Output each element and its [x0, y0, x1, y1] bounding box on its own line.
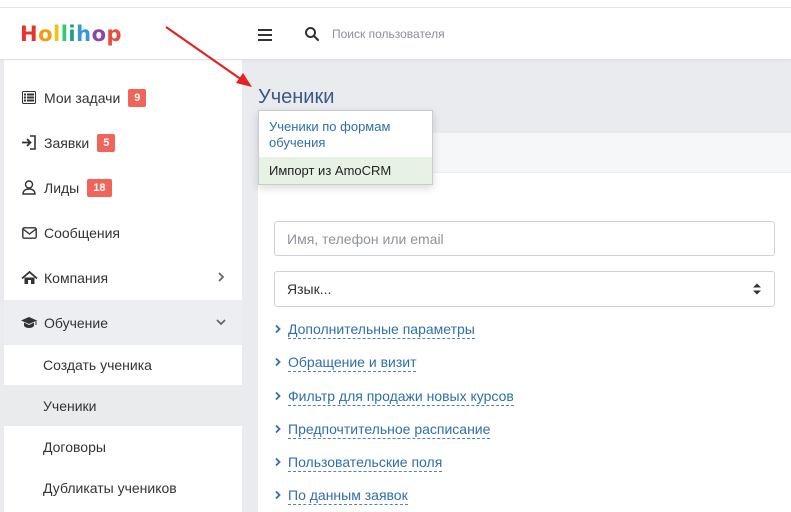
user-icon [20, 179, 38, 197]
sidebar-subitem-create-student[interactable]: Создать ученика [4, 344, 242, 385]
chevron-down-icon [216, 319, 226, 326]
logo-letter: p [106, 22, 123, 46]
filter-label: Дополнительные параметры [288, 320, 475, 339]
sidebar-item-label: Мои задачи [44, 89, 121, 106]
user-search-input[interactable] [326, 23, 626, 45]
logo-letter: h [76, 22, 92, 46]
search-icon[interactable] [304, 26, 320, 42]
filter-new-courses-sale[interactable]: Фильтр для продажи новых курсов [274, 385, 514, 407]
sidebar-item-label: Компания [44, 269, 109, 286]
sidebar-item-company[interactable]: Компания [4, 255, 242, 300]
students-dropdown-menu: Ученики по формам обучения Импорт из Amo… [258, 110, 433, 185]
language-select[interactable]: Язык... [274, 271, 775, 307]
sidebar-subitem-label: Дубликаты учеников [43, 479, 177, 496]
sidebar-subitem-students[interactable]: Ученики [4, 385, 242, 426]
filter-label: Предпочтительное расписание [288, 420, 491, 439]
sidebar-subitem-contracts[interactable]: Договоры [4, 426, 242, 467]
sign-in-icon [20, 134, 38, 152]
chevron-right-icon [275, 490, 281, 500]
page-title[interactable]: Ученики [258, 86, 334, 109]
filter-custom-fields[interactable]: Пользовательские поля [274, 451, 443, 473]
chevron-right-icon [275, 391, 281, 401]
logo-letter: l [60, 22, 69, 46]
list-icon [20, 89, 38, 107]
graduation-cap-icon [20, 314, 38, 332]
top-header: Hollihop [0, 8, 791, 60]
logo-letter: H [20, 22, 39, 46]
chevron-right-icon [218, 272, 225, 282]
filter-label: По данным заявок [288, 486, 408, 505]
chevron-right-icon [275, 424, 281, 434]
envelope-icon [20, 224, 38, 242]
tasks-count-badge: 9 [128, 88, 147, 107]
logo-letter: l [53, 22, 61, 46]
logo-letter: o [38, 22, 54, 46]
sidebar-item-requests[interactable]: Заявки 5 [4, 120, 242, 165]
name-phone-email-input[interactable] [274, 221, 775, 256]
sidebar-item-label: Лиды [44, 179, 80, 196]
menu-item-import-amocrm[interactable]: Импорт из AmoCRM [259, 157, 432, 184]
chevron-right-icon [275, 324, 281, 334]
sidebar-item-leads[interactable]: Лиды 18 [4, 165, 242, 210]
sidebar-subitem-label: Ученики [43, 397, 97, 414]
chevron-right-icon [275, 357, 281, 367]
logo-letter: i [68, 22, 77, 46]
sidebar-item-messages[interactable]: Сообщения [4, 210, 242, 255]
filter-label: Фильтр для продажи новых курсов [288, 387, 514, 406]
menu-toggle-icon[interactable] [258, 26, 276, 42]
sidebar-item-label: Заявки [44, 134, 90, 151]
sidebar-item-tasks[interactable]: Мои задачи 9 [4, 75, 242, 120]
filter-label: Обращение и визит [288, 353, 417, 372]
leads-count-badge: 18 [87, 178, 112, 197]
sidebar-item-label: Обучение [44, 314, 109, 331]
sidebar-subitem-duplicates[interactable]: Дубликаты учеников [4, 467, 242, 508]
home-icon [20, 269, 38, 287]
requests-count-badge: 5 [97, 133, 116, 152]
sidebar-subitem-label: Создать ученика [43, 356, 152, 373]
chevron-right-icon [275, 457, 281, 467]
filter-request-data[interactable]: По данным заявок [274, 484, 408, 506]
sidebar: Мои задачи 9 Заявки 5 Лиды 18 Сообщения … [4, 60, 242, 512]
logo-letter: o [91, 22, 107, 46]
filter-label: Пользовательские поля [288, 453, 443, 472]
filter-additional-params[interactable]: Дополнительные параметры [274, 318, 475, 340]
sidebar-subitem-label: Договоры [43, 438, 106, 455]
sidebar-item-education[interactable]: Обучение [4, 300, 242, 345]
top-stripe [0, 0, 791, 8]
select-arrows-icon [753, 283, 761, 295]
sidebar-item-label: Сообщения [44, 224, 120, 241]
filter-appeal-visit[interactable]: Обращение и визит [274, 351, 417, 373]
filter-preferred-schedule[interactable]: Предпочтительное расписание [274, 418, 491, 440]
language-select-value: Язык... [287, 281, 332, 297]
menu-item-students-by-form[interactable]: Ученики по формам обучения [259, 111, 432, 156]
hollihop-logo[interactable]: Hollihop [20, 21, 122, 47]
